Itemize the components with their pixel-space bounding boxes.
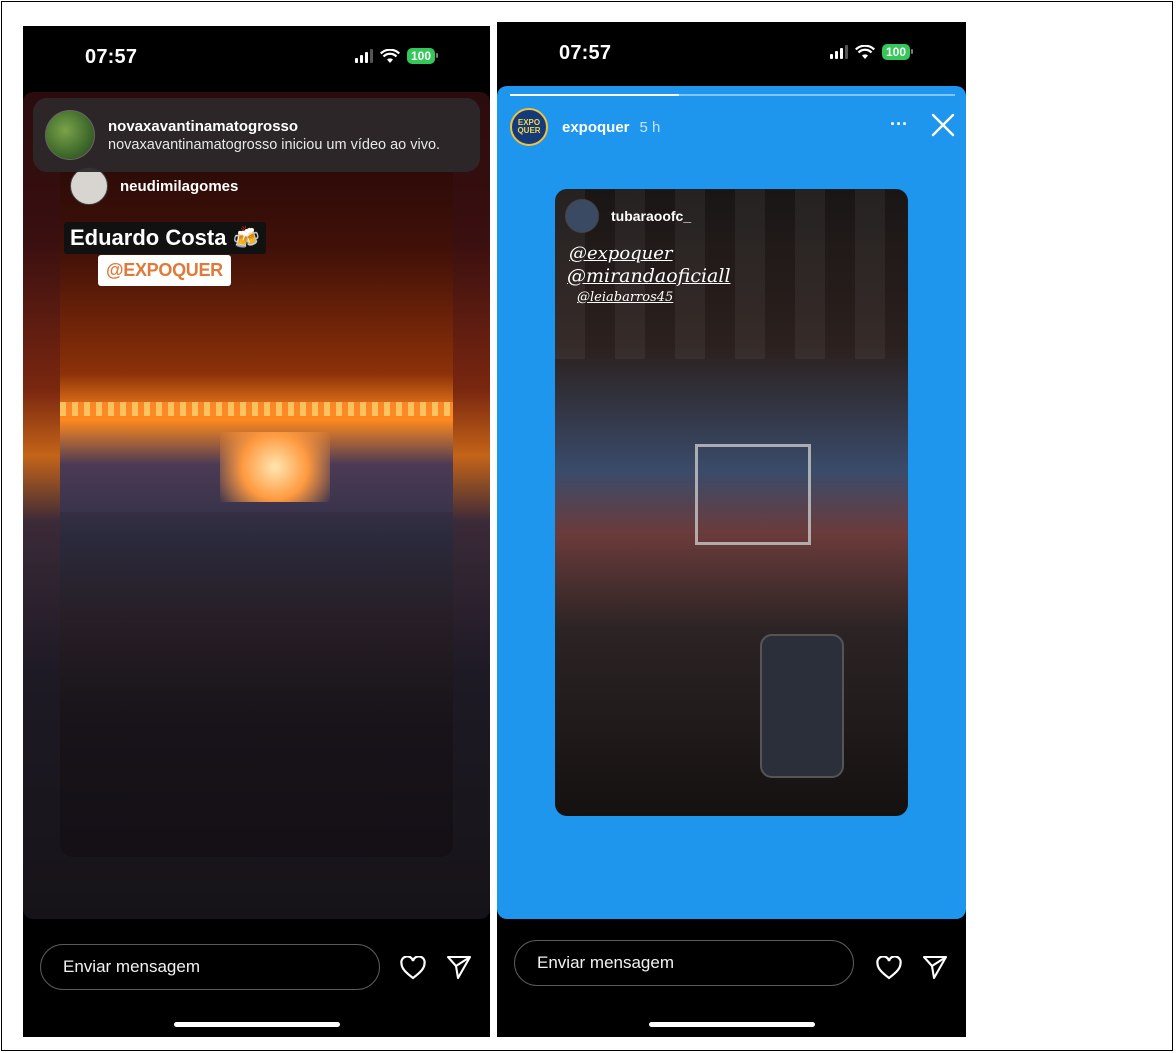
close-icon[interactable] bbox=[930, 112, 956, 138]
stage-frame bbox=[695, 444, 811, 545]
heart-icon[interactable] bbox=[400, 955, 426, 981]
story-progress-bar bbox=[510, 94, 955, 96]
message-placeholder: Enviar mensagem bbox=[537, 953, 675, 972]
embedded-post-media[interactable]: tubaraoofc_ @expoquer @mirandaoficiall @… bbox=[555, 189, 908, 816]
status-time: 07:57 bbox=[85, 46, 138, 68]
send-icon[interactable] bbox=[922, 954, 948, 980]
story-media bbox=[60, 102, 453, 857]
more-icon[interactable]: ··· bbox=[887, 114, 911, 134]
battery-icon: 100 bbox=[882, 44, 914, 60]
embedded-username: tubaraoofc_ bbox=[611, 208, 692, 224]
signal-icon bbox=[830, 45, 848, 59]
embedded-author: tubaraoofc_ bbox=[565, 199, 691, 233]
status-time: 07:57 bbox=[559, 42, 612, 64]
mention-text[interactable]: @leiabarros45 bbox=[577, 290, 673, 305]
signal-icon bbox=[355, 49, 373, 63]
avatar: EXPO QUER bbox=[510, 108, 548, 146]
stage-lights bbox=[60, 402, 453, 416]
send-icon[interactable] bbox=[446, 954, 472, 980]
phone-in-crowd bbox=[760, 634, 844, 778]
message-input[interactable]: Enviar mensagem bbox=[40, 944, 380, 990]
status-icons: 100 bbox=[830, 44, 914, 60]
right-phone-screen: 07:57 100 EXPO QUER expoquer 5 h ··· tub… bbox=[497, 22, 966, 1037]
notification-username: novaxavantinamatogrosso bbox=[108, 117, 299, 135]
mention-text[interactable]: @expoquer bbox=[569, 243, 673, 264]
avatar bbox=[565, 199, 599, 233]
story-card[interactable]: neudimilagomes bbox=[23, 92, 490, 919]
live-notification-banner[interactable]: novaxavantinamatogrosso novaxavantinamat… bbox=[33, 98, 480, 172]
story-author[interactable]: EXPO QUER expoquer 5 h bbox=[510, 108, 660, 146]
story-author[interactable]: neudimilagomes bbox=[70, 167, 238, 205]
home-indicator[interactable] bbox=[173, 1022, 340, 1027]
wifi-icon bbox=[855, 44, 875, 59]
mention-text[interactable]: @mirandaoficiall bbox=[567, 265, 731, 287]
battery-icon: 100 bbox=[407, 48, 439, 64]
crowd-image bbox=[60, 512, 453, 857]
avatar bbox=[45, 110, 95, 160]
message-input[interactable]: Enviar mensagem bbox=[514, 940, 854, 986]
story-card[interactable]: EXPO QUER expoquer 5 h ··· tubaraoofc_ @… bbox=[497, 86, 966, 919]
title-sticker: Eduardo Costa 🍻 bbox=[64, 222, 266, 254]
story-progress-fill bbox=[510, 94, 680, 96]
story-time-ago: 5 h bbox=[639, 118, 661, 136]
message-placeholder: Enviar mensagem bbox=[63, 957, 201, 976]
wifi-icon bbox=[380, 48, 400, 63]
heart-icon[interactable] bbox=[876, 955, 902, 981]
status-icons: 100 bbox=[355, 48, 439, 64]
avatar bbox=[70, 167, 108, 205]
left-phone-screen: 07:57 100 neudimilagomes Eduardo Costa 🍻… bbox=[23, 26, 490, 1037]
home-indicator[interactable] bbox=[648, 1022, 815, 1027]
story-username: expoquer bbox=[562, 118, 630, 136]
notification-message: novaxavantinamatogrosso iniciou um vídeo… bbox=[108, 136, 441, 153]
mention-sticker[interactable]: @EXPOQUER bbox=[98, 255, 231, 286]
story-username: neudimilagomes bbox=[120, 177, 239, 195]
stage-glow bbox=[220, 432, 330, 502]
